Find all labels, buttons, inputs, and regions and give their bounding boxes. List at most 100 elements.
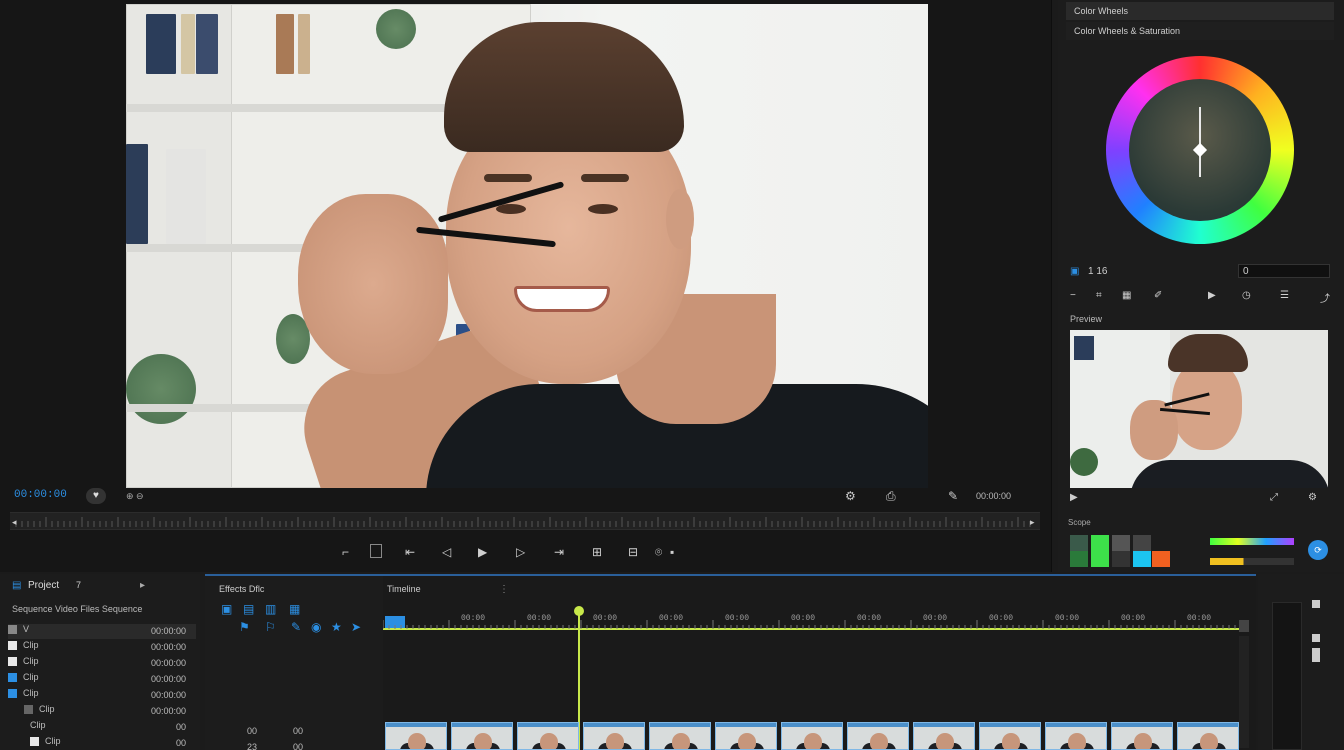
timer-icon[interactable]: ◷ [1242, 290, 1251, 301]
thumb-play-icon[interactable]: ▶ [1070, 492, 1078, 503]
thumb-settings-icon[interactable]: ⚙ [1308, 492, 1317, 503]
list-item[interactable]: Clip 00:00:00 [8, 656, 196, 671]
step-forward-button[interactable]: ▷ [516, 545, 525, 559]
tool-d-icon[interactable]: ◉ [311, 620, 321, 634]
timeline-tick-label: 00:00 [725, 614, 750, 623]
video-clip[interactable] [385, 722, 447, 750]
video-preview[interactable] [126, 4, 928, 488]
swatch-5[interactable] [1070, 551, 1088, 567]
mark-out-button[interactable] [370, 544, 382, 558]
settings-icon[interactable]: ⚙ [845, 489, 856, 503]
insert-button[interactable]: ⊞ [592, 545, 602, 559]
value-input[interactable]: 0 [1238, 264, 1330, 278]
playhead-handle[interactable] [574, 606, 584, 616]
list-item[interactable]: Clip 00 [8, 736, 196, 750]
wheel-mode-icon[interactable]: ▣ [1070, 266, 1079, 277]
grid-icon[interactable]: ▦ [1122, 290, 1131, 301]
presets-icon[interactable]: ▦ [289, 602, 300, 616]
zoom-label[interactable]: ⊕ ⊖ [126, 491, 144, 502]
swatch-8[interactable] [1133, 551, 1151, 567]
share-icon[interactable]: ⤴ [1320, 290, 1330, 305]
pin-icon[interactable]: ➤ [351, 620, 361, 634]
tool-b-icon[interactable]: ⚐ [265, 620, 276, 634]
panel-menu-icon[interactable]: ▸ [140, 580, 145, 591]
audio-meter [1272, 602, 1302, 750]
heart-icon[interactable]: ♥ [86, 488, 106, 504]
item-name: Clip [39, 704, 55, 714]
eyedropper-icon[interactable]: ✐ [1154, 290, 1162, 301]
list-item[interactable]: Clip 00:00:00 [8, 672, 196, 687]
transitions-icon[interactable]: ▥ [265, 602, 276, 616]
preview-thumbnail[interactable] [1070, 330, 1328, 488]
video-clip[interactable] [979, 722, 1041, 750]
forward-icon[interactable]: ▶ [1208, 290, 1216, 301]
export-icon[interactable]: ▪ [670, 545, 674, 559]
video-effects-icon[interactable]: ▣ [221, 602, 232, 616]
video-clip[interactable] [649, 722, 711, 750]
list-item[interactable]: V 00:00:00 [8, 624, 196, 639]
go-to-out-button[interactable]: ⇥ [554, 545, 564, 559]
swatch-2[interactable] [1091, 535, 1109, 551]
mark-in-button[interactable]: ⌐ [342, 545, 349, 559]
sequence-menu-icon[interactable]: ⋮ [499, 584, 509, 595]
meter-button[interactable] [1312, 634, 1320, 642]
minus-icon[interactable]: − [1070, 290, 1076, 301]
play-button[interactable]: ▶ [478, 545, 487, 559]
wheel-controls-row: ▣ 1 16 0 [1066, 264, 1334, 282]
effects-panel: Effects Dflc ▣ ▤ ▥ ▦ ⚑ ⚐ ✎ ◉ ★ ➤ 00 00 2… [205, 574, 383, 750]
color-wheel-center[interactable] [1129, 79, 1271, 221]
item-name: Clip [45, 736, 61, 746]
wrench-icon[interactable]: ✎ [948, 489, 958, 503]
swatch-9[interactable] [1152, 551, 1170, 567]
reset-color-button[interactable]: ⟳ [1308, 540, 1328, 560]
video-clip[interactable] [517, 722, 579, 750]
in-point-icon[interactable]: ◂ [12, 517, 17, 528]
saturation-slider[interactable] [1210, 558, 1294, 565]
wheel-mode-label: 1 16 [1088, 266, 1108, 277]
hue-slider[interactable] [1210, 538, 1294, 545]
crop-icon[interactable]: ⌗ [1096, 290, 1102, 301]
video-clip[interactable] [451, 722, 513, 750]
list-item[interactable]: Clip 00:00:00 [8, 704, 196, 719]
list-item[interactable]: Clip 00:00:00 [8, 640, 196, 655]
meter-button[interactable] [1312, 600, 1320, 608]
tool-a-icon[interactable]: ⚑ [239, 620, 250, 634]
export-frame-icon[interactable]: ⎙ [886, 489, 896, 504]
video-clip[interactable] [1045, 722, 1107, 750]
thumb-expand-icon[interactable]: ⤢ [1270, 492, 1278, 503]
item-value: 00:00:00 [150, 674, 186, 684]
value-input-text: 0 [1243, 266, 1249, 277]
meter-button[interactable] [1312, 648, 1320, 662]
wheel-handle-icon[interactable] [1192, 142, 1208, 158]
playback-scrubber[interactable] [10, 512, 1040, 530]
video-clip[interactable] [583, 722, 645, 750]
video-clip[interactable] [715, 722, 777, 750]
swatch-6[interactable] [1091, 551, 1109, 567]
video-clip[interactable] [1177, 722, 1239, 750]
list-icon[interactable]: ☰ [1280, 290, 1289, 301]
timeline-scrollbar[interactable] [1239, 636, 1249, 748]
swatch-7[interactable] [1112, 551, 1130, 567]
swatch-1[interactable] [1070, 535, 1088, 551]
list-item[interactable]: Clip 00 [8, 720, 196, 735]
audio-effects-icon[interactable]: ▤ [243, 602, 254, 616]
swatch-4[interactable] [1133, 535, 1151, 551]
video-clip[interactable] [913, 722, 975, 750]
video-clip[interactable] [1111, 722, 1173, 750]
list-item[interactable]: Clip 00:00:00 [8, 688, 196, 703]
swatch-3[interactable] [1112, 535, 1130, 551]
out-point-icon[interactable]: ▸ [1030, 517, 1035, 528]
go-to-in-button[interactable]: ⇤ [405, 545, 415, 559]
step-back-button[interactable]: ◁ [442, 545, 451, 559]
tool-c-icon[interactable]: ✎ [291, 620, 301, 634]
current-timecode[interactable]: 00:00:00 [14, 489, 67, 501]
effect-value: 23 [247, 742, 258, 750]
overwrite-button[interactable]: ⊟ [628, 545, 638, 559]
star-icon[interactable]: ★ [331, 620, 342, 634]
item-value: 00:00:00 [150, 626, 186, 636]
video-clip[interactable] [847, 722, 909, 750]
camera-icon[interactable]: ⌾ [655, 545, 662, 560]
timeline-tick-label: 00:00 [593, 614, 618, 623]
video-clip[interactable] [781, 722, 843, 750]
timeline-scroll-handle[interactable] [1239, 620, 1249, 632]
